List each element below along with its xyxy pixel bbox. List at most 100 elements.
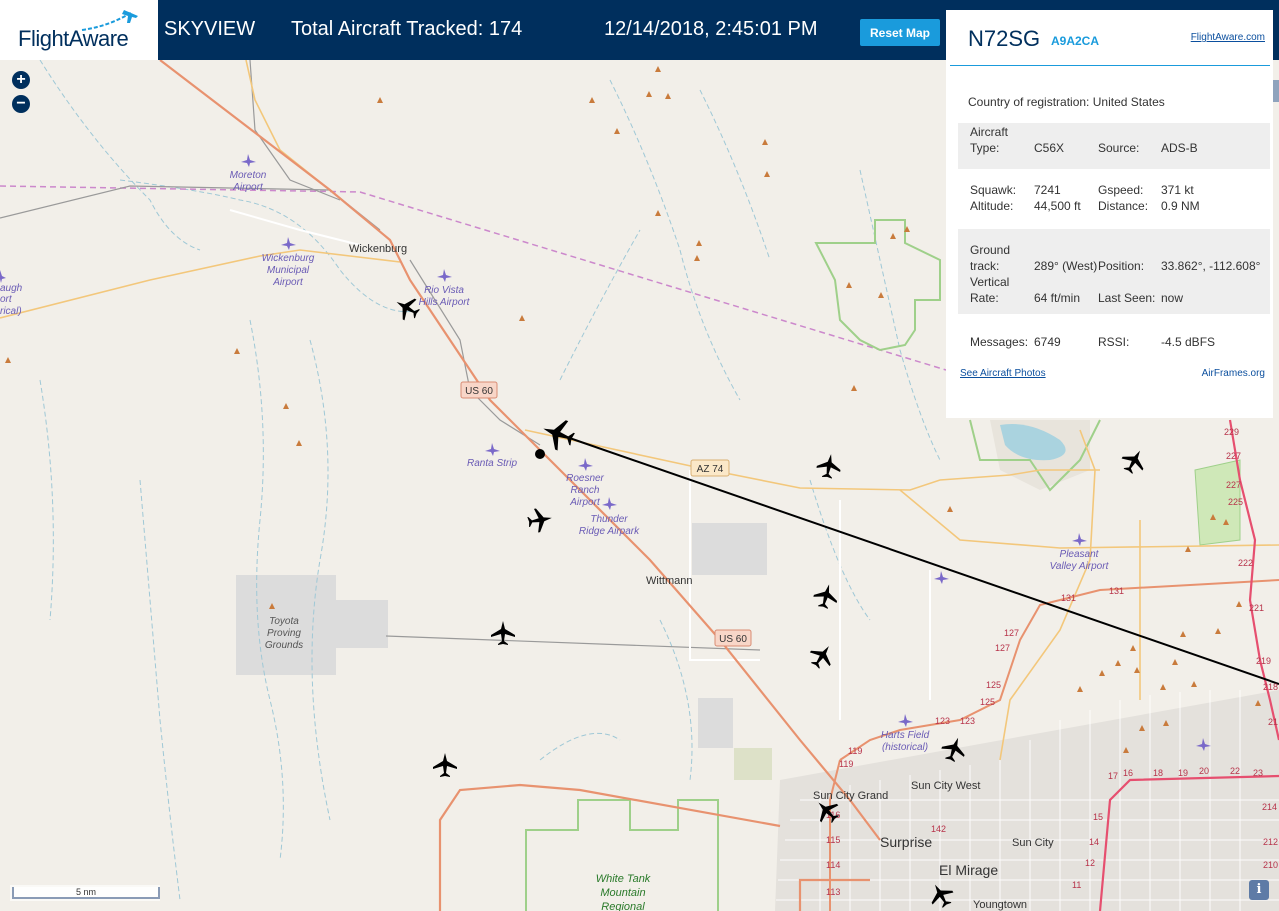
map-scale: 5 nm bbox=[10, 885, 160, 901]
svg-text:Moreton: Moreton bbox=[230, 170, 267, 181]
flightaware-link[interactable]: FlightAware.com bbox=[1191, 32, 1265, 43]
svg-text:Thunder: Thunder bbox=[590, 514, 628, 525]
svg-text:rical): rical) bbox=[0, 306, 22, 317]
svg-text:22: 22 bbox=[1230, 766, 1240, 776]
svg-text:212: 212 bbox=[1263, 837, 1278, 847]
svg-text:15: 15 bbox=[1093, 812, 1103, 822]
aircraft-marker[interactable] bbox=[815, 452, 843, 480]
aircraft-type-value: C56X bbox=[1034, 141, 1065, 155]
svg-text:127: 127 bbox=[995, 643, 1010, 653]
svg-text:127: 127 bbox=[1004, 628, 1019, 638]
svg-text:Ridge Airpark: Ridge Airpark bbox=[579, 526, 640, 537]
river-washes bbox=[39, 60, 941, 901]
svg-text:AZ 74: AZ 74 bbox=[697, 464, 724, 475]
aircraft-marker[interactable] bbox=[526, 506, 554, 534]
svg-text:218: 218 bbox=[1263, 682, 1278, 692]
squawk-altitude-section: Squawk: 7241 Gspeed: 371 kt Altitude: 44… bbox=[970, 183, 1200, 213]
vertical-rate-value: 64 ft/min bbox=[1034, 291, 1081, 305]
receiver-location bbox=[535, 449, 545, 459]
svg-text:229: 229 bbox=[1224, 427, 1239, 437]
svg-text:11: 11 bbox=[1072, 880, 1081, 890]
reset-map-button[interactable]: Reset Map bbox=[860, 19, 940, 46]
svg-text:Ranta Strip: Ranta Strip bbox=[467, 458, 517, 469]
us-60-highway bbox=[159, 60, 881, 911]
park-boundary bbox=[814, 219, 941, 352]
distance-value: 0.9 NM bbox=[1161, 199, 1200, 213]
svg-text:19: 19 bbox=[1178, 768, 1188, 778]
airframes-link[interactable]: AirFrames.org bbox=[1202, 368, 1265, 379]
total-aircraft-count: Total Aircraft Tracked: 174 bbox=[291, 18, 523, 40]
svg-text:Pleasant: Pleasant bbox=[1060, 549, 1100, 560]
country-of-registration: Country of registration: United States bbox=[968, 95, 1165, 109]
svg-text:US 60: US 60 bbox=[465, 386, 493, 397]
minor-roads bbox=[0, 60, 761, 651]
last-seen-value: now bbox=[1161, 291, 1184, 305]
altitude-value: 44,500 ft bbox=[1034, 199, 1081, 213]
aircraft-marker[interactable] bbox=[811, 581, 840, 610]
svg-text:20: 20 bbox=[1199, 766, 1209, 776]
svg-text:18: 18 bbox=[1153, 768, 1163, 778]
aircraft-info-panel: N72SG A9A2CA FlightAware.com Country of … bbox=[946, 10, 1273, 418]
svg-text:Proving: Proving bbox=[267, 628, 301, 639]
place-youngtown: Youngtown bbox=[973, 899, 1027, 911]
svg-text:119: 119 bbox=[839, 759, 853, 769]
svg-text:Regional: Regional bbox=[601, 901, 645, 911]
track-position-section: Ground track: 289° (West) Position: 33.8… bbox=[958, 229, 1270, 314]
svg-text:119: 119 bbox=[848, 746, 862, 756]
aircraft-marker[interactable] bbox=[1118, 445, 1151, 478]
svg-text:210: 210 bbox=[1263, 860, 1278, 870]
svg-text:17: 17 bbox=[1108, 771, 1118, 781]
svg-text:115: 115 bbox=[826, 835, 840, 845]
country-value: United States bbox=[1092, 95, 1165, 109]
app-title: SKYVIEW bbox=[164, 18, 256, 40]
gray-parcel bbox=[734, 748, 772, 780]
aircraft-marker[interactable] bbox=[805, 639, 838, 672]
svg-text:Airport: Airport bbox=[272, 277, 304, 288]
svg-text:12: 12 bbox=[1085, 858, 1095, 868]
position-value: 33.862°, -112.608° bbox=[1161, 259, 1261, 273]
aircraft-hex-code: A9A2CA bbox=[1051, 34, 1100, 48]
panel-toggle-tab[interactable] bbox=[1273, 80, 1279, 102]
attribution-info-icon[interactable]: i bbox=[1249, 880, 1269, 900]
svg-text:Toyota: Toyota bbox=[269, 616, 299, 627]
place-wittmann: Wittmann bbox=[646, 575, 692, 587]
svg-text:225: 225 bbox=[1228, 497, 1243, 507]
svg-text:US 60: US 60 bbox=[719, 634, 747, 645]
source-value: ADS-B bbox=[1161, 141, 1198, 155]
svg-text:Wickenburg: Wickenburg bbox=[262, 253, 315, 264]
svg-text:227: 227 bbox=[1226, 451, 1241, 461]
svg-text:White Tank: White Tank bbox=[596, 873, 651, 885]
ground-track-value: 289° (West) bbox=[1034, 259, 1098, 273]
route-shield-us60-north: US 60 bbox=[460, 381, 498, 399]
zoom-out-button[interactable]: − bbox=[12, 95, 30, 113]
panel-divider bbox=[950, 65, 1270, 66]
svg-text:augh: augh bbox=[0, 283, 23, 294]
svg-text:Airport: Airport bbox=[569, 497, 601, 508]
svg-text:114: 114 bbox=[826, 860, 840, 870]
svg-text:21: 21 bbox=[1268, 717, 1278, 727]
messages-value: 6749 bbox=[1034, 335, 1061, 349]
svg-text:222: 222 bbox=[1238, 558, 1253, 568]
svg-text:Valley Airport: Valley Airport bbox=[1050, 561, 1110, 572]
aircraft-marker[interactable] bbox=[433, 753, 457, 777]
county-boundary bbox=[0, 185, 947, 371]
gray-parcel bbox=[698, 698, 733, 748]
toyota-proving-grounds-area-east bbox=[300, 600, 388, 648]
svg-text:214: 214 bbox=[1262, 802, 1277, 812]
gray-parcel bbox=[692, 523, 767, 575]
zoom-in-button[interactable]: + bbox=[12, 71, 30, 89]
svg-text:131: 131 bbox=[1061, 593, 1076, 603]
svg-text:142: 142 bbox=[931, 824, 946, 834]
see-aircraft-photos-link[interactable]: See Aircraft Photos bbox=[960, 368, 1046, 379]
svg-text:Municipal: Municipal bbox=[267, 265, 310, 276]
rssi-value: -4.5 dBFS bbox=[1161, 335, 1216, 349]
flightaware-logo[interactable]: FlightAware bbox=[0, 0, 158, 60]
svg-text:113: 113 bbox=[826, 887, 840, 897]
aircraft-marker[interactable] bbox=[491, 621, 515, 645]
current-datetime: 12/14/2018, 2:45:01 PM bbox=[604, 18, 818, 40]
svg-text:14: 14 bbox=[1089, 837, 1099, 847]
svg-text:131: 131 bbox=[1109, 586, 1124, 596]
svg-text:Hills Airport: Hills Airport bbox=[419, 297, 471, 308]
messages-rssi-section: Messages: 6749 RSSI: -4.5 dBFS bbox=[970, 335, 1216, 349]
scale-bar-label: 5 nm bbox=[12, 887, 160, 899]
